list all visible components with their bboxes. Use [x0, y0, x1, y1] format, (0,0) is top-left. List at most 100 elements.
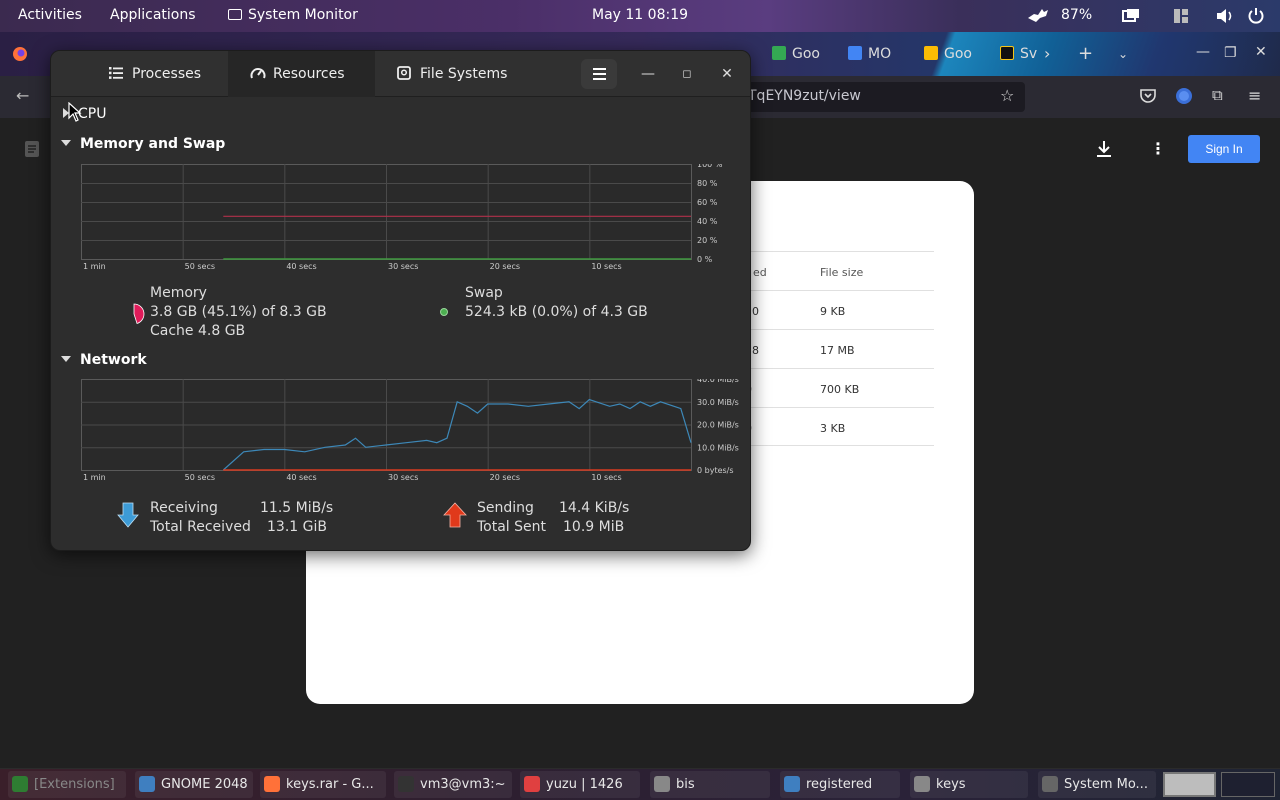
memory-value: 3.8 GB (45.1%) of 8.3 GB — [150, 304, 327, 320]
google-drive-icon — [924, 46, 938, 60]
taskbar-item-label: keys — [936, 777, 966, 792]
new-tab-button[interactable]: + — [1078, 43, 1093, 64]
layout-icon[interactable] — [1174, 9, 1188, 27]
clock[interactable]: May 11 08:19 — [592, 7, 688, 23]
maximize-button[interactable]: ◻ — [675, 62, 699, 86]
table-row[interactable]: 03 KB — [745, 407, 934, 446]
y-tick-label: 100 % — [697, 164, 723, 169]
cell-size: 17 MB — [820, 344, 855, 357]
tab-processes[interactable]: Processes — [87, 51, 223, 97]
main-menu-button[interactable] — [581, 59, 617, 89]
receiving-legend: Receiving Total Received — [150, 499, 251, 537]
more-vert-icon[interactable]: ⋮ — [1150, 139, 1166, 158]
bookmark-star-icon[interactable]: ☆ — [1000, 86, 1014, 105]
pocket-icon[interactable] — [1140, 88, 1156, 107]
url-bar[interactable]: TqEYN9zut/view — [740, 82, 1025, 112]
workspace-2[interactable] — [1221, 772, 1275, 797]
tab-processes-label: Processes — [132, 66, 202, 82]
collapse-icon — [61, 140, 71, 146]
section-network[interactable]: Network — [61, 352, 147, 368]
volume-icon[interactable] — [1216, 8, 1236, 28]
browser-tab[interactable]: Goo — [924, 46, 972, 62]
sending-label: Sending — [477, 500, 534, 516]
hamburger-menu-icon[interactable]: ≡ — [1248, 86, 1261, 105]
minimize-icon[interactable]: — — [1196, 44, 1210, 60]
taskbar-item[interactable]: vm3@vm3:~ — [394, 771, 512, 798]
network-graph: 40.0 MiB/s 30.0 MiB/s 20.0 MiB/s 10.0 MiB/s… — [81, 379, 739, 482]
hamburger-icon — [593, 68, 606, 70]
browser-tab[interactable]: Sv — [1000, 46, 1037, 62]
account-icon[interactable] — [1175, 87, 1193, 109]
firefox-icon[interactable] — [12, 46, 28, 66]
monitor-icon — [1042, 776, 1058, 792]
file-icon — [784, 776, 800, 792]
firefox-theme-stripe — [860, 32, 1280, 76]
cell-size: 9 KB — [820, 305, 846, 318]
swap-value: 524.3 kB (0.0%) of 4.3 GB — [465, 304, 648, 320]
window-switch-icon[interactable] — [1122, 8, 1140, 28]
sign-in-button[interactable]: Sign In — [1188, 135, 1260, 163]
taskbar-item[interactable]: keys — [910, 771, 1028, 798]
taskbar-item[interactable]: [Extensions] — [8, 771, 126, 798]
hamburger-icon-bar — [593, 73, 606, 75]
document-icon[interactable] — [24, 140, 40, 162]
taskbar-item[interactable]: yuzu | 1426 — [520, 771, 640, 798]
list-icon — [109, 53, 123, 79]
browser-tab-label: Goo — [792, 46, 820, 62]
power-icon[interactable] — [1248, 7, 1264, 28]
download-icon[interactable] — [1096, 140, 1112, 162]
applications-menu[interactable]: Applications — [110, 7, 196, 23]
tab-file-systems-label: File Systems — [420, 66, 508, 82]
file-table-header: ed File size — [745, 251, 934, 290]
browser-tab[interactable]: MO — [848, 46, 891, 62]
taskbar-item[interactable]: GNOME 2048 — [135, 771, 253, 798]
indicator-icon[interactable] — [1026, 6, 1050, 28]
col-modified: ed — [753, 266, 767, 279]
swap-dot-icon — [440, 308, 448, 316]
yuzu-icon — [524, 776, 540, 792]
y-tick-label: 0 bytes/s — [697, 466, 734, 475]
x-tick-label: 20 secs — [490, 473, 520, 482]
taskbar-item[interactable]: bis — [650, 771, 770, 798]
taskbar-item-label: yuzu | 1426 — [546, 777, 623, 792]
x-tick-label: 40 secs — [286, 262, 316, 271]
total-sent-label: Total Sent — [477, 519, 547, 535]
taskbar-item[interactable]: keys.rar - G... — [260, 771, 386, 798]
browser-tab[interactable]: Goo — [772, 46, 820, 62]
close-button[interactable]: ✕ — [715, 62, 739, 86]
tab-file-systems[interactable]: File Systems — [375, 51, 529, 97]
taskbar-item[interactable]: registered — [780, 771, 900, 798]
tab-resources[interactable]: Resources — [228, 51, 375, 97]
extensions-icon[interactable]: ⧉ — [1212, 86, 1223, 104]
taskbar-item-label: System Mo... — [1064, 777, 1148, 792]
memory-legend: Memory 3.8 GB (45.1%) of 8.3 GB Cache 4.… — [150, 284, 327, 341]
x-tick-label: 20 secs — [490, 262, 520, 271]
workspace-1[interactable] — [1163, 772, 1216, 797]
table-row[interactable]: 18 17 MB — [745, 329, 934, 368]
restore-icon[interactable]: ❐ — [1224, 45, 1237, 61]
receiving-value: 11.5 MiB/s — [260, 500, 334, 516]
browser-tab-label: MO — [868, 46, 892, 62]
table-row[interactable]: 0700 KB — [745, 368, 934, 407]
app-menu[interactable]: System Monitor — [228, 7, 358, 23]
minimize-button[interactable]: — — [636, 62, 660, 86]
battery-percent[interactable]: 87% — [1061, 7, 1092, 23]
back-icon[interactable]: ← — [16, 86, 29, 105]
y-tick-label: 40 % — [697, 217, 718, 226]
x-tick-label: 50 secs — [185, 473, 215, 482]
tab-scroll-right-icon[interactable]: › — [1044, 44, 1050, 63]
tab-list-icon[interactable]: ⌄ — [1118, 47, 1128, 61]
section-memory-swap[interactable]: Memory and Swap — [61, 136, 225, 152]
activities-button[interactable]: Activities — [18, 7, 82, 23]
top-bar: Activities Applications System Monitor M… — [0, 0, 1280, 32]
section-memory-label: Memory and Swap — [80, 136, 226, 152]
memory-title: Memory — [150, 285, 207, 301]
google-drive-icon — [848, 46, 862, 60]
x-tick-label: 1 min — [83, 262, 106, 271]
memory-cache: Cache 4.8 GB — [150, 323, 246, 339]
table-row[interactable]: 20 9 KB — [745, 290, 934, 329]
section-cpu-label: CPU — [78, 106, 107, 122]
sending-legend: Sending Total Sent — [477, 499, 546, 537]
close-icon[interactable]: ✕ — [1255, 44, 1267, 60]
taskbar-item[interactable]: System Mo... — [1038, 771, 1156, 798]
